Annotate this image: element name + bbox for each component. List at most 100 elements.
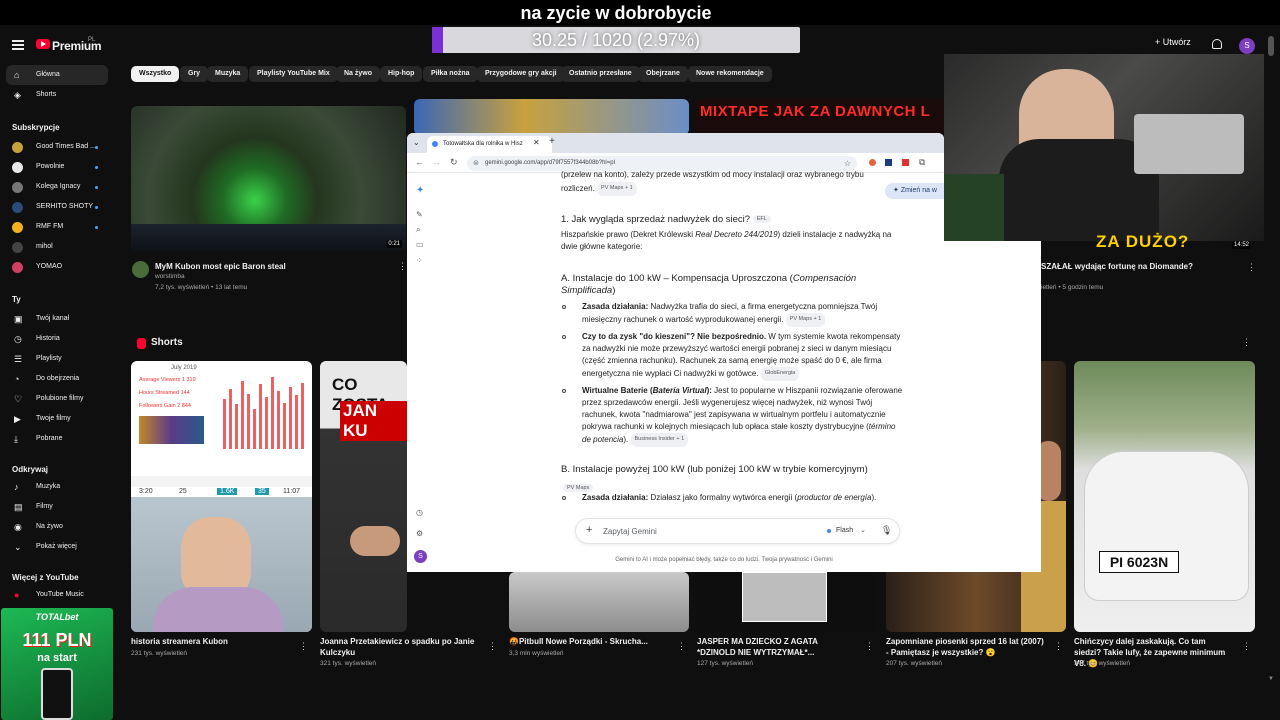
sidebar-item-playlisty[interactable]: ☰ Playlisty	[6, 349, 108, 369]
back-icon[interactable]: ←	[415, 157, 424, 167]
new-tab-icon[interactable]: +	[549, 136, 555, 147]
filter-chip[interactable]: Playlisty YouTube Mix	[249, 66, 338, 82]
sidebar-subscription[interactable]: Kolega Ignacy	[6, 177, 108, 197]
sidebar-item-polubione-filmy[interactable]: ♡ Polubione filmy	[6, 389, 108, 409]
source-chip[interactable]: Business Insider + 1	[630, 433, 689, 447]
create-button[interactable]: + Utwórz	[1155, 37, 1191, 47]
more-icon[interactable]: ⋮	[1242, 641, 1251, 652]
channel-avatar[interactable]	[132, 261, 149, 278]
sidebar-section-header[interactable]: Ty	[12, 295, 21, 304]
more-icon[interactable]: ⋮	[1247, 262, 1256, 273]
filter-chip[interactable]: Gry	[180, 66, 209, 82]
more-icon[interactable]: ⋮	[488, 641, 497, 652]
video-title[interactable]: SZAŁAŁ wydając fortunę na Diomande?	[1041, 261, 1193, 272]
short-title[interactable]: Zapomniane piosenki sprzed 16 lat (2007)…	[886, 636, 1046, 658]
new-chat-icon[interactable]: ✎	[416, 210, 423, 219]
youtube-logo-icon[interactable]	[36, 39, 50, 49]
filter-chip[interactable]: Nowe rekomendacje	[688, 66, 772, 82]
change-model-button[interactable]: ✦ Zmień na w	[885, 183, 944, 199]
sidebar-item-pobrane[interactable]: ⤓ Pobrane	[6, 429, 108, 449]
source-chip[interactable]: PV Maps	[563, 483, 594, 492]
short-thumbnail-jan[interactable]: CO ZOSTA JAN KU	[320, 361, 407, 632]
more-icon[interactable]: ⋮	[1054, 641, 1063, 652]
gems-icon[interactable]: ⁘	[416, 256, 423, 265]
ask-gemini-input[interactable]: + Zapytaj Gemini Flash ⌄ 🎙	[575, 518, 900, 544]
more-icon[interactable]: ⋮	[865, 641, 874, 652]
add-attachment-icon[interactable]: +	[586, 524, 592, 536]
video-thumbnail-castle[interactable]	[414, 99, 689, 135]
tab-search-icon[interactable]: ⌄	[413, 138, 420, 147]
sidebar-item-poka-wi-cej[interactable]: ⌄ Pokaż więcej	[6, 537, 108, 557]
scrollbar-thumb[interactable]	[1268, 36, 1274, 56]
filter-chip[interactable]: Przygodowe gry akcji	[477, 66, 565, 82]
gemini-sparkle-icon[interactable]: ✦	[416, 185, 424, 196]
filter-chip[interactable]: Wszystko	[131, 66, 180, 82]
short-title[interactable]: historia streamera Kubon	[131, 636, 291, 647]
filter-chip[interactable]: Obejrzane	[638, 66, 688, 82]
sidebar-subscription[interactable]: RMF FM	[6, 217, 108, 237]
account-avatar[interactable]: S	[1239, 38, 1255, 54]
source-chip[interactable]: PV Maps + 1	[785, 313, 826, 327]
video-thumbnail-mixtape[interactable]: MIXTAPE JAK ZA DAWNYCH L	[695, 99, 945, 135]
more-icon[interactable]: ⋮	[398, 261, 407, 272]
settings-icon[interactable]: ⚙	[416, 529, 423, 538]
sidebar-item-do-obejrzenia[interactable]: ◔ Do obejrzenia	[6, 369, 108, 389]
activity-icon[interactable]: ◷	[416, 508, 423, 517]
totalbet-ad[interactable]: TOTALbet 111 PLN na start	[1, 608, 113, 720]
sidebar-item-g-wna[interactable]: ⌂ Główna	[6, 65, 108, 85]
sidebar-item-na-ywo[interactable]: ◉ Na żywo	[6, 517, 108, 537]
library-icon[interactable]: ▭	[416, 240, 424, 249]
sidebar-item-twoje-filmy[interactable]: ▶ Twoje filmy	[6, 409, 108, 429]
close-tab-icon[interactable]: ✕	[533, 138, 540, 147]
source-chip[interactable]: PV Maps + 1	[597, 182, 637, 196]
sidebar-item-youtube-music[interactable]: ● YouTube Music	[6, 585, 108, 605]
extensions-puzzle-icon[interactable]: ⧉	[919, 157, 925, 168]
sidebar-section-header[interactable]: Odkrywaj	[12, 465, 48, 474]
search-icon[interactable]: ⌕	[416, 225, 420, 235]
sidebar-subscription[interactable]: SERHITO SHOTY	[6, 197, 108, 217]
sidebar-item-filmy[interactable]: ▤ Filmy	[6, 497, 108, 517]
short-title[interactable]: 🤬Pitbull Nowe Porządki - Skrucha...	[509, 636, 669, 647]
more-icon[interactable]: ⋮	[1242, 337, 1251, 348]
channel-name[interactable]: worstimba	[155, 273, 185, 280]
extension-icon[interactable]	[869, 159, 876, 166]
short-title[interactable]: JASPER MA DZIECKO Z AGATA *DZINOLD NIE W…	[697, 636, 857, 658]
reload-icon[interactable]: ↻	[450, 157, 458, 168]
site-info-icon[interactable]: ⊜	[473, 156, 479, 171]
video-thumbnail-baron[interactable]: 0:21	[131, 106, 406, 251]
chevron-down-icon[interactable]: ⌄	[860, 526, 866, 534]
extension-icon[interactable]	[902, 159, 909, 166]
source-chip[interactable]: EFL	[752, 215, 771, 224]
video-title[interactable]: MyM Kubon most epic Baron steal	[155, 261, 286, 272]
filter-chip[interactable]: Muzyka	[207, 66, 249, 82]
filter-chip[interactable]: Hip-hop	[380, 66, 423, 82]
source-chip[interactable]: GlobEnergia	[760, 367, 800, 381]
sidebar-subscription[interactable]: mihol	[6, 237, 108, 257]
forward-icon[interactable]: →	[432, 157, 441, 167]
sidebar-section-header[interactable]: Więcej z YouTube	[12, 573, 79, 582]
sidebar-subscription[interactable]: Good Times Bad ...	[6, 137, 108, 157]
filter-chip[interactable]: Piłka nożna	[423, 66, 478, 82]
short-thumbnail-pitbull[interactable]	[509, 572, 689, 632]
sidebar-item-shorts[interactable]: ◈ Shorts	[6, 85, 108, 105]
scroll-down-arrow[interactable]: ▼	[1268, 676, 1274, 682]
menu-icon[interactable]	[12, 40, 24, 50]
sidebar-item-tw-j-kana-[interactable]: ▣ Twój kanał	[6, 309, 108, 329]
filter-chip[interactable]: Na żywo	[336, 66, 381, 82]
more-icon[interactable]: ⋮	[299, 641, 308, 652]
more-icon[interactable]: ⋮	[677, 641, 686, 652]
notifications-icon[interactable]	[1212, 39, 1222, 49]
sidebar-item-muzyka[interactable]: ♪ Muzyka	[6, 477, 108, 497]
model-selector[interactable]: Flash	[836, 527, 853, 534]
short-thumbnail-stats[interactable]: July 2019 Average Viewers 1 319 Hours St…	[131, 361, 312, 632]
sidebar-item-historia[interactable]: ◷ Historia	[6, 329, 108, 349]
sidebar-subscription[interactable]: YOMAO	[6, 257, 108, 277]
microphone-icon[interactable]: 🎙	[881, 525, 892, 536]
short-thumbnail-car[interactable]: PI 6023N	[1074, 361, 1255, 632]
extension-icon[interactable]	[885, 159, 892, 166]
sidebar-section-header[interactable]: Subskrypcje	[12, 123, 60, 132]
filter-chip[interactable]: Ostatnio przesłane	[561, 66, 640, 82]
short-thumbnail-jasper[interactable]	[697, 572, 877, 632]
short-title[interactable]: Joanna Przetakiewicz o spadku po Janie K…	[320, 636, 480, 658]
sidebar-subscription[interactable]: Powolnie	[6, 157, 108, 177]
